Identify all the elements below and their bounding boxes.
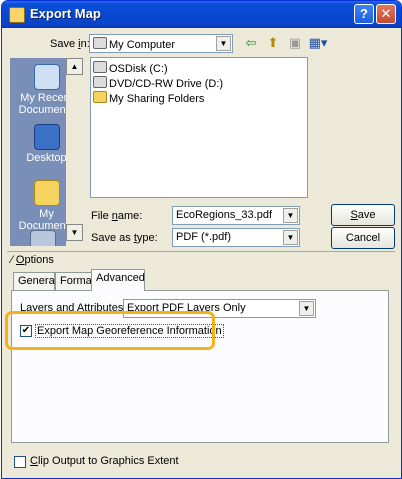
back-icon[interactable]: ⇦: [242, 34, 260, 52]
chevron-down-icon[interactable]: ▼: [216, 36, 231, 51]
tab-advanced[interactable]: Advanced: [91, 269, 145, 291]
file-name-label: File name:: [91, 210, 143, 222]
scroll-up-icon[interactable]: ▲: [66, 58, 83, 75]
tab-general[interactable]: General: [13, 272, 57, 290]
cancel-button[interactable]: Cancel: [331, 227, 395, 249]
dvd-drive-icon: [93, 76, 107, 88]
chevron-down-icon[interactable]: ▼: [283, 208, 298, 223]
my-computer-icon: [30, 230, 56, 246]
computer-icon: [93, 37, 107, 49]
place-my-computer[interactable]: [30, 230, 56, 246]
disk-icon: [93, 61, 107, 73]
save-in-label: Save in:: [50, 38, 90, 50]
chevron-down-icon[interactable]: ▼: [283, 230, 298, 245]
scroll-down-icon[interactable]: ▼: [66, 224, 83, 241]
highlight-annotation: [5, 311, 215, 350]
options-divider: [7, 251, 395, 252]
file-name-input[interactable]: EcoRegions_33.pdf ▼: [172, 206, 300, 225]
my-documents-icon: [33, 180, 60, 206]
list-item[interactable]: DVD/CD-RW Drive (D:): [93, 76, 223, 90]
list-item[interactable]: My Sharing Folders: [93, 91, 204, 105]
options-toggle[interactable]: ⁄ Options: [11, 254, 57, 266]
save-as-type-label: Save as type:: [91, 232, 158, 244]
chevron-down-icon[interactable]: ▼: [299, 301, 314, 316]
desktop-icon: [33, 124, 60, 150]
window-title: Export Map: [30, 6, 101, 21]
shared-folder-icon: [93, 91, 107, 103]
save-button[interactable]: Save: [331, 204, 395, 226]
file-list[interactable]: OSDisk (C:) DVD/CD-RW Drive (D:) My Shar…: [90, 57, 308, 198]
clip-output-label: Clip Output to Graphics Extent: [30, 455, 179, 467]
save-in-combo[interactable]: My Computer ▼: [89, 34, 233, 53]
up-folder-icon[interactable]: ⬆: [264, 34, 282, 52]
tab-format[interactable]: Format: [55, 272, 95, 290]
help-button[interactable]: ?: [354, 4, 374, 24]
save-as-type-select[interactable]: PDF (*.pdf) ▼: [172, 228, 300, 247]
title-bar: Export Map ? ✕: [2, 1, 401, 28]
places-scrollbar[interactable]: ▲ ▼: [66, 58, 83, 246]
recent-documents-icon: [33, 64, 60, 90]
export-map-dialog: Export Map ? ✕ Save in: My Computer ▼ ⇦ …: [1, 0, 402, 479]
clip-output-checkbox[interactable]: [14, 456, 26, 468]
close-button[interactable]: ✕: [376, 4, 396, 24]
new-folder-icon[interactable]: ▣: [286, 34, 304, 52]
list-item[interactable]: OSDisk (C:): [93, 61, 168, 75]
folder-icon: [9, 7, 25, 23]
views-menu-icon[interactable]: ▦▾: [305, 34, 331, 52]
collapse-icon: ⁄: [11, 254, 13, 266]
